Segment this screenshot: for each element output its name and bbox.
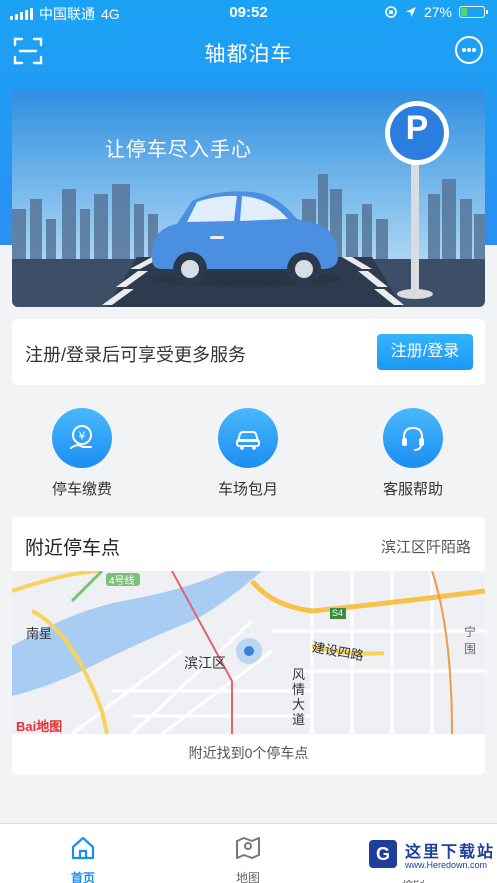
nav-bar: 轴都泊车 [0,26,497,78]
nearby-title: 附近停车点 [25,538,121,559]
watermark-url: www.Heredown.com [405,860,488,870]
service-parking-payment[interactable]: ¥ 停车缴费 [22,400,142,499]
watermark-title: 这里下载站 [405,842,496,861]
parking-sign-letter: P [405,109,429,147]
map-label-ningwei: 宁围 [464,625,477,656]
battery-percent: 27% [423,4,452,20]
service-grid: ¥ 停车缴费 车场包月 客服帮助 [0,400,497,505]
map-icon [236,837,260,859]
map-label-line4: 4号线 [109,576,135,587]
nearby-result-text: 附近找到0个停车点 [188,745,309,761]
headset-icon [402,426,424,451]
map-label-binjiang: 滨江区 [184,655,226,671]
promo-banner[interactable]: P 让停车尽入手心 [12,89,485,307]
rotation-lock-icon [385,6,397,18]
nearby-parking-card: 附近停车点 滨江区阡陌路 4号线 南星 滨江区 建设四路 风情大道 S4 宁围 … [12,517,485,775]
register-login-button[interactable]: 注册/登录 [377,334,473,370]
tab-map[interactable]: 地图 [188,824,308,883]
page-title: 轴都泊车 [204,43,293,66]
battery-icon [459,6,488,18]
message-button[interactable] [455,36,483,64]
yuan-payment-icon: ¥ [70,425,92,449]
map-tiles [12,571,485,734]
service-label: 停车缴费 [51,481,112,498]
service-monthly-pass[interactable]: 车场包月 [188,400,308,499]
baidu-map-logo: Bai地图 [16,719,63,734]
current-location[interactable]: 滨江区阡陌路 [381,536,471,557]
nearby-map[interactable]: 4号线 南星 滨江区 建设四路 风情大道 S4 宁围 Bai地图 [12,571,485,734]
map-label-nanxing: 南星 [26,626,53,641]
service-label: 客服帮助 [382,481,443,498]
status-bar: 中国联通 4G 09:52 27% [0,0,497,26]
svg-text:¥: ¥ [79,430,86,443]
map-label-s4: S4 [332,608,344,618]
chat-bubble-icon [462,48,466,52]
login-prompt-card: 注册/登录后可享受更多服务 注册/登录 [12,319,485,385]
service-label: 车场包月 [217,481,278,498]
tab-home[interactable]: 首页 [23,824,143,883]
tab-label: 地图 [235,871,260,883]
watermark-logo-icon: G [369,840,397,868]
map-label-fengqing-avenue: 风情大道 [292,667,306,727]
banner-slogan: 让停车尽入手心 [105,139,252,161]
location-arrow-icon [405,7,416,17]
home-icon [71,836,95,860]
login-prompt-text: 注册/登录后可享受更多服务 [25,345,246,365]
car-icon [236,431,260,450]
tab-label: 首页 [70,871,95,883]
site-watermark: G 这里下载站 www.Heredown.com [365,832,497,880]
service-customer-help[interactable]: 客服帮助 [353,400,473,499]
